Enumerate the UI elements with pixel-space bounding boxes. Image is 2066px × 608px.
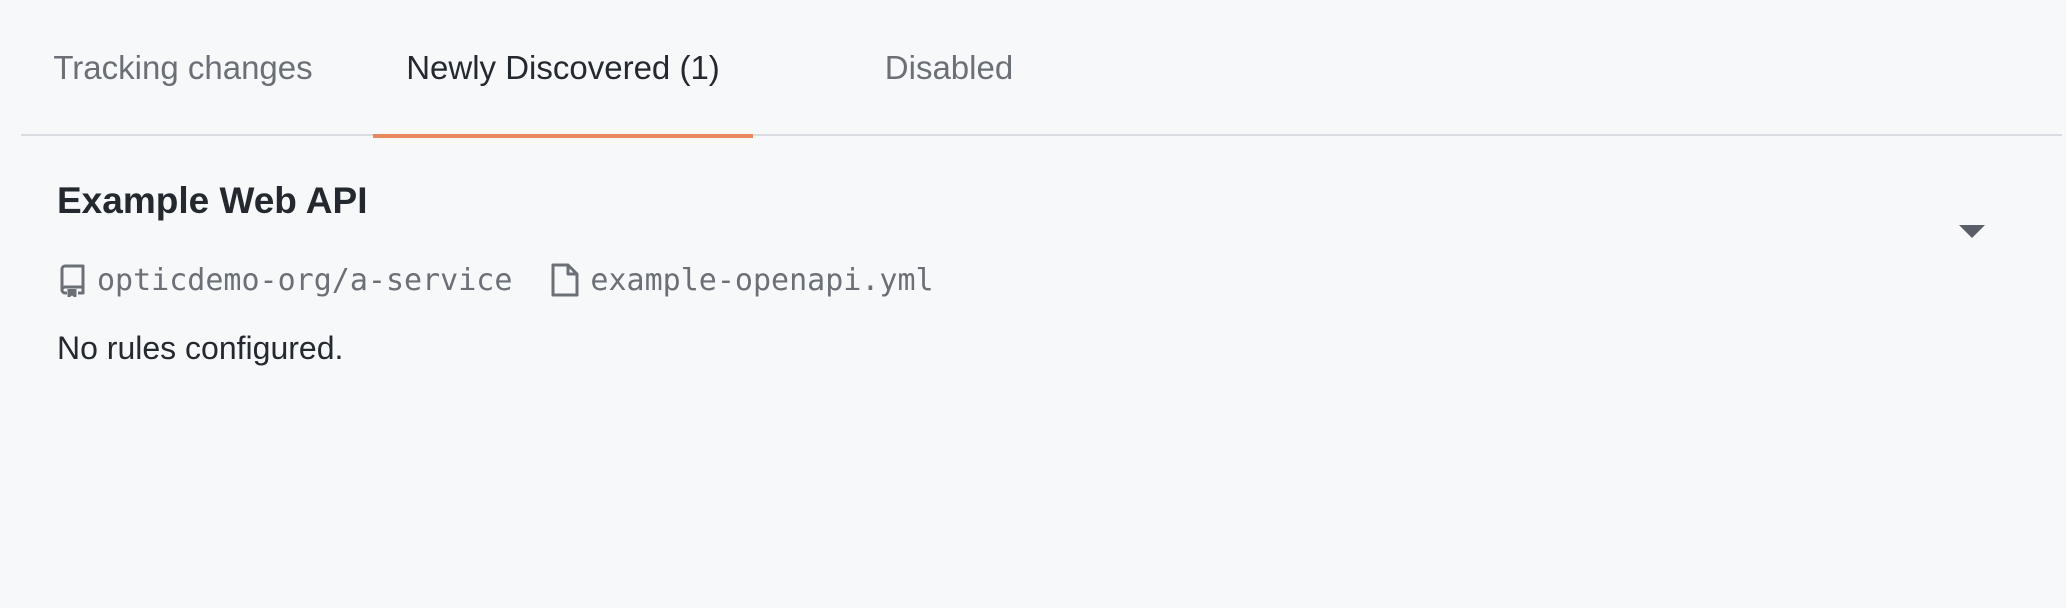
tab-bar: Tracking changes Newly Discovered (1) Di…	[21, 0, 2062, 138]
api-meta: opticdemo-org/a-service example-openapi.…	[57, 260, 934, 300]
file-icon	[550, 262, 580, 298]
repository-name: opticdemo-org/a-service	[97, 262, 513, 298]
file-link[interactable]: example-openapi.yml	[550, 262, 934, 298]
repo-icon	[57, 263, 87, 297]
repository-link[interactable]: opticdemo-org/a-service	[57, 263, 512, 298]
tab-tracking-changes[interactable]: Tracking changes	[33, 0, 333, 136]
file-name: example-openapi.yml	[590, 262, 934, 298]
tab-disabled[interactable]: Disabled	[829, 0, 1069, 136]
expand-toggle[interactable]	[1952, 214, 1992, 248]
tab-newly-discovered[interactable]: Newly Discovered (1)	[373, 0, 753, 138]
rules-status-message: No rules configured.	[57, 330, 344, 366]
caret-down-icon	[1959, 224, 1985, 238]
api-title: Example Web API	[57, 180, 368, 221]
